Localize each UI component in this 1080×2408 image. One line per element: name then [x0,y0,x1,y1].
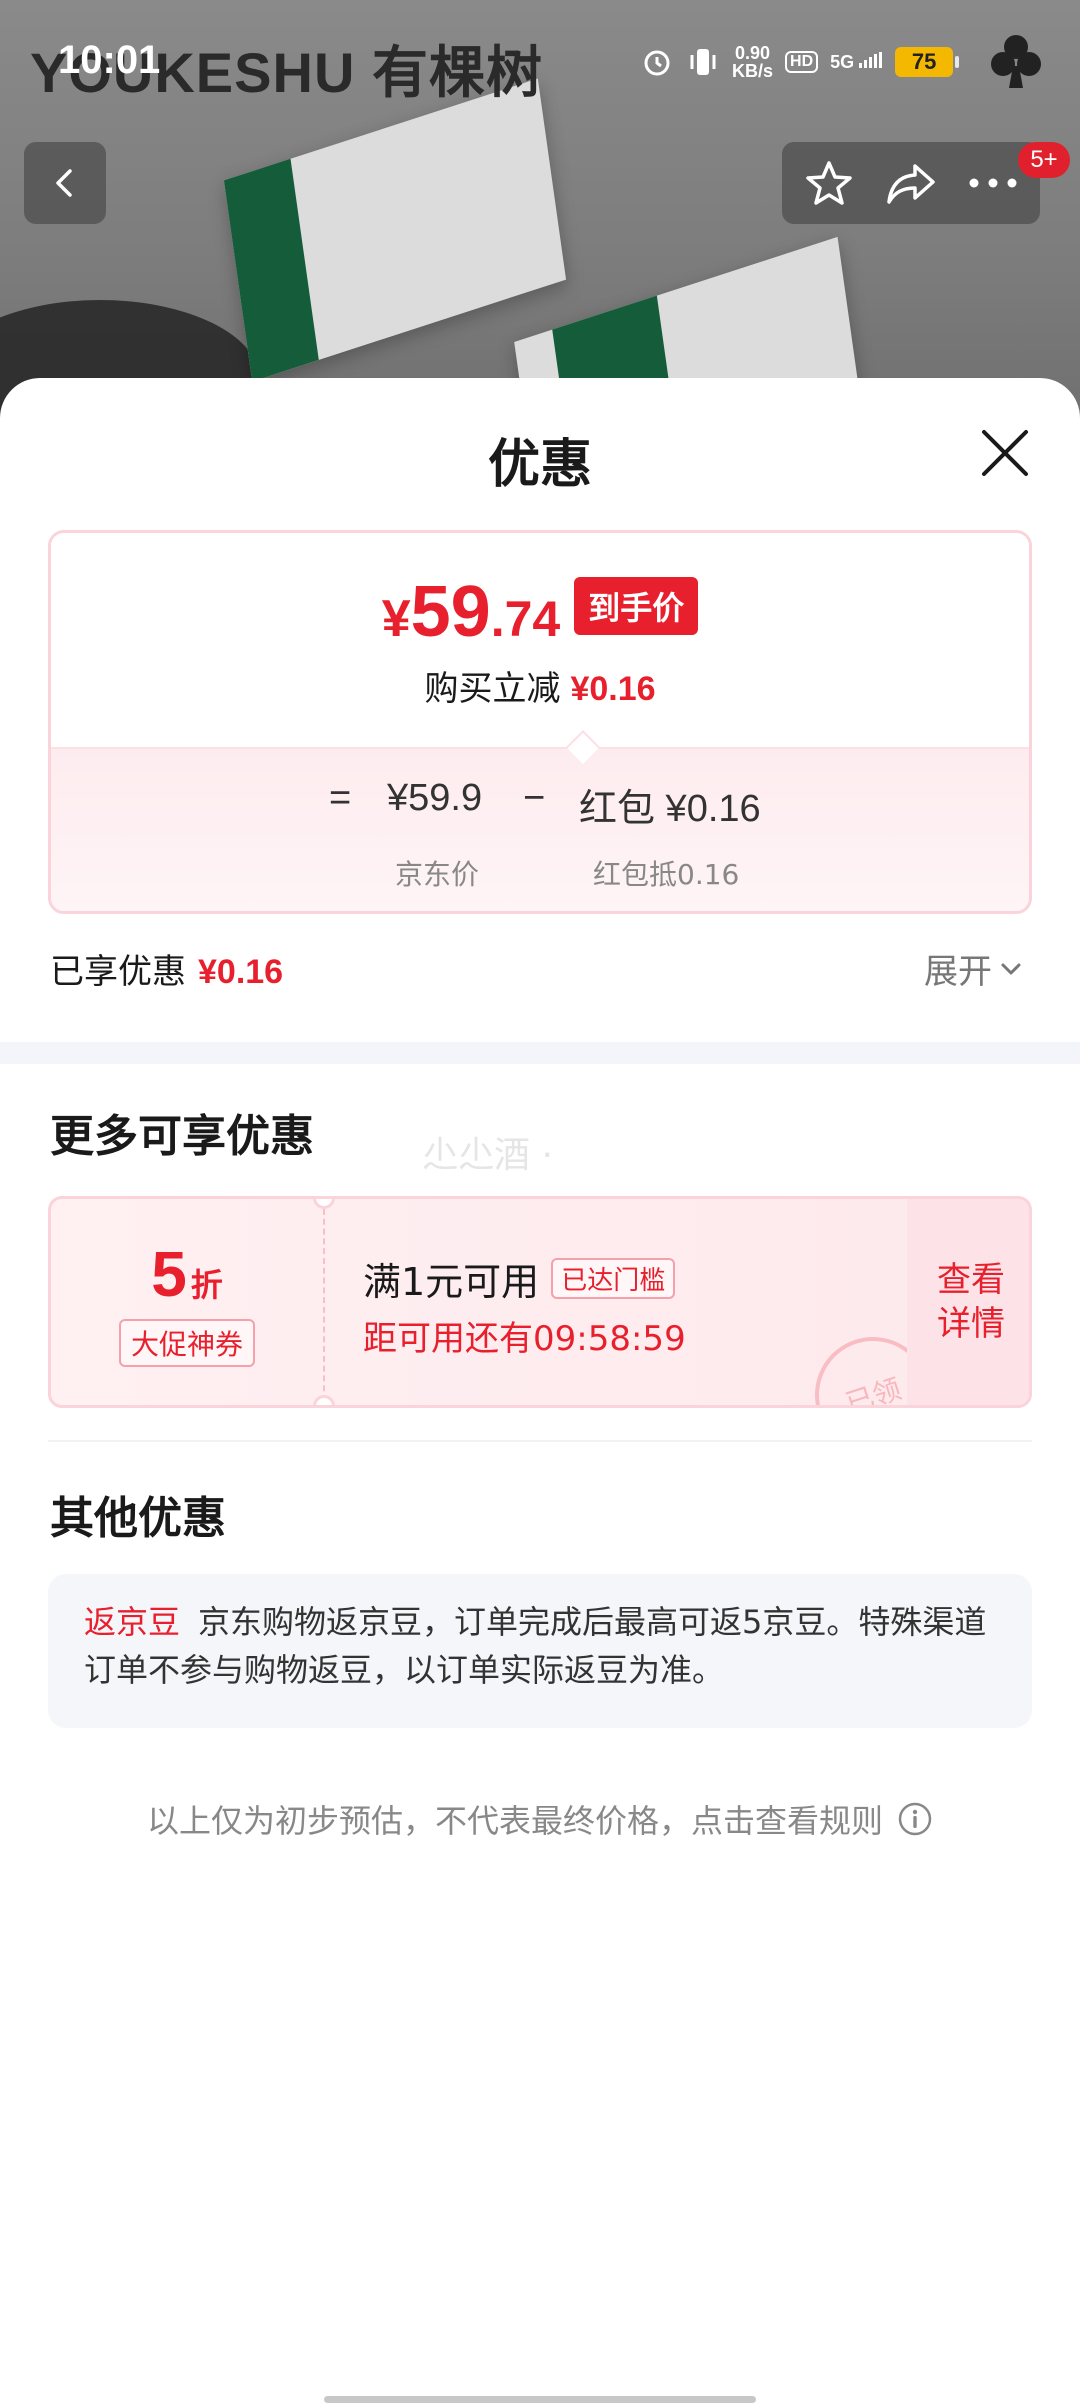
jingdou-tag: 返京豆 [84,1603,181,1641]
star-icon [806,161,852,205]
coupon-value: 5折 大促神券 [51,1199,323,1405]
jingdou-rebate-info: 返京豆 京东购物返京豆，订单完成后最高可返5京豆。特殊渠道订单不参与购物返豆，以订… [48,1574,1032,1728]
hongbao-label: 红包抵0.16 [593,858,740,891]
final-price-tag: 到手价 [574,577,699,635]
hd-icon: HD [785,51,819,73]
coupon-condition-text: 满1元可用 [363,1260,540,1304]
chevron-left-icon [56,169,72,197]
watermark-text: 尐尐酒 · [422,1135,553,1176]
hongbao-value: 红包 ¥0.16 [579,788,761,830]
final-price: ¥ 59 .74 到手价 [51,571,1029,653]
status-time: 10:01 [58,38,161,82]
coupon-condition: 满1元可用 已达门槛 [363,1251,676,1306]
network-speed: 0.90 KB/s [732,43,774,81]
battery-icon: 75 [895,47,960,77]
instant-discount: 购买立减 ¥0.16 [51,661,1029,710]
enjoyed-discount-value: ¥0.16 [198,953,284,991]
other-discounts-title: 其他优惠 [50,1493,226,1544]
alarm-icon [640,45,674,79]
jd-price-label: 京东价 [395,858,480,891]
threshold-reached-badge: 已达门槛 [551,1258,676,1299]
share-button[interactable] [876,148,946,218]
share-icon [887,164,935,204]
price-breakdown: = ¥59.9 − 红包 ¥0.16 京东价 红包抵0.16 [51,747,1029,911]
divider [48,1440,1032,1442]
price-formula: = ¥59.9 − 红包 ¥0.16 [51,777,1029,830]
coupon-discount: 5折 [151,1238,223,1310]
club-logo-icon [991,35,1041,88]
coupon-countdown: 距可用还有09:58:59 [363,1319,686,1359]
expand-label: 展开 [924,952,992,992]
equals-sign: = [329,777,352,819]
jingdou-text: 京东购物返京豆，订单完成后最高可返5京豆。特殊渠道订单不参与购物返豆，以订单实际… [84,1603,987,1689]
more-dots-icon [969,178,1017,188]
home-indicator[interactable] [324,2396,756,2403]
rules-text: 以上仅为初步预估，不代表最终价格，点击查看规则 [146,1802,883,1840]
price-summary: ¥ 59 .74 到手价 购买立减 ¥0.16 [51,533,1029,747]
discount-sheet: 优惠 ¥ 59 .74 到手价 购买立减 ¥0.16 = ¥59.9 − 红包 ¥… [0,378,1080,2408]
instant-discount-label: 购买立减 [424,669,561,709]
final-price-integer: 59 [410,572,491,652]
sheet-title: 优惠 [487,435,592,495]
final-price-decimal: .74 [490,591,561,647]
info-icon [898,1802,932,1836]
final-price-currency: ¥ [381,590,411,648]
price-card: ¥ 59 .74 到手价 购买立减 ¥0.16 = ¥59.9 − 红包 ¥0.1… [48,530,1032,914]
minus-sign: − [523,777,546,819]
coupon-notch [313,1395,335,1405]
section-divider [0,1042,1080,1064]
chevron-down-icon [1001,963,1021,974]
coupon-type: 大促神券 [118,1319,255,1367]
enjoyed-discount: 已享优惠 ¥0.16 [50,944,283,993]
favorite-button[interactable] [794,148,864,218]
instant-discount-value: ¥0.16 [570,670,656,708]
jd-price-value: ¥59.9 [387,777,483,819]
coupon-separator [323,1209,325,1401]
signal-icon: 5G [830,51,883,73]
expand-button[interactable]: 展开 [924,944,1024,993]
coupon-card[interactable]: 5折 大促神券 满1元可用 已达门槛 距可用还有09:58:59 已领 查看 详… [48,1196,1032,1408]
back-button[interactable] [24,142,106,224]
status-icons: 0.90 KB/s HD 5G 75 [640,40,960,84]
more-discounts-title: 更多可享优惠 [50,1111,314,1162]
close-icon[interactable] [976,424,1034,482]
nav-actions [782,142,1040,224]
vibrate-icon [686,45,720,79]
enjoyed-discount-label: 已享优惠 [50,952,186,992]
view-details-button[interactable]: 查看 详情 [907,1199,1029,1405]
product-box [223,78,567,382]
rules-link[interactable]: 以上仅为初步预估，不代表最终价格，点击查看规则 [0,1796,1080,1842]
messages-badge: 5+ [1018,142,1070,178]
